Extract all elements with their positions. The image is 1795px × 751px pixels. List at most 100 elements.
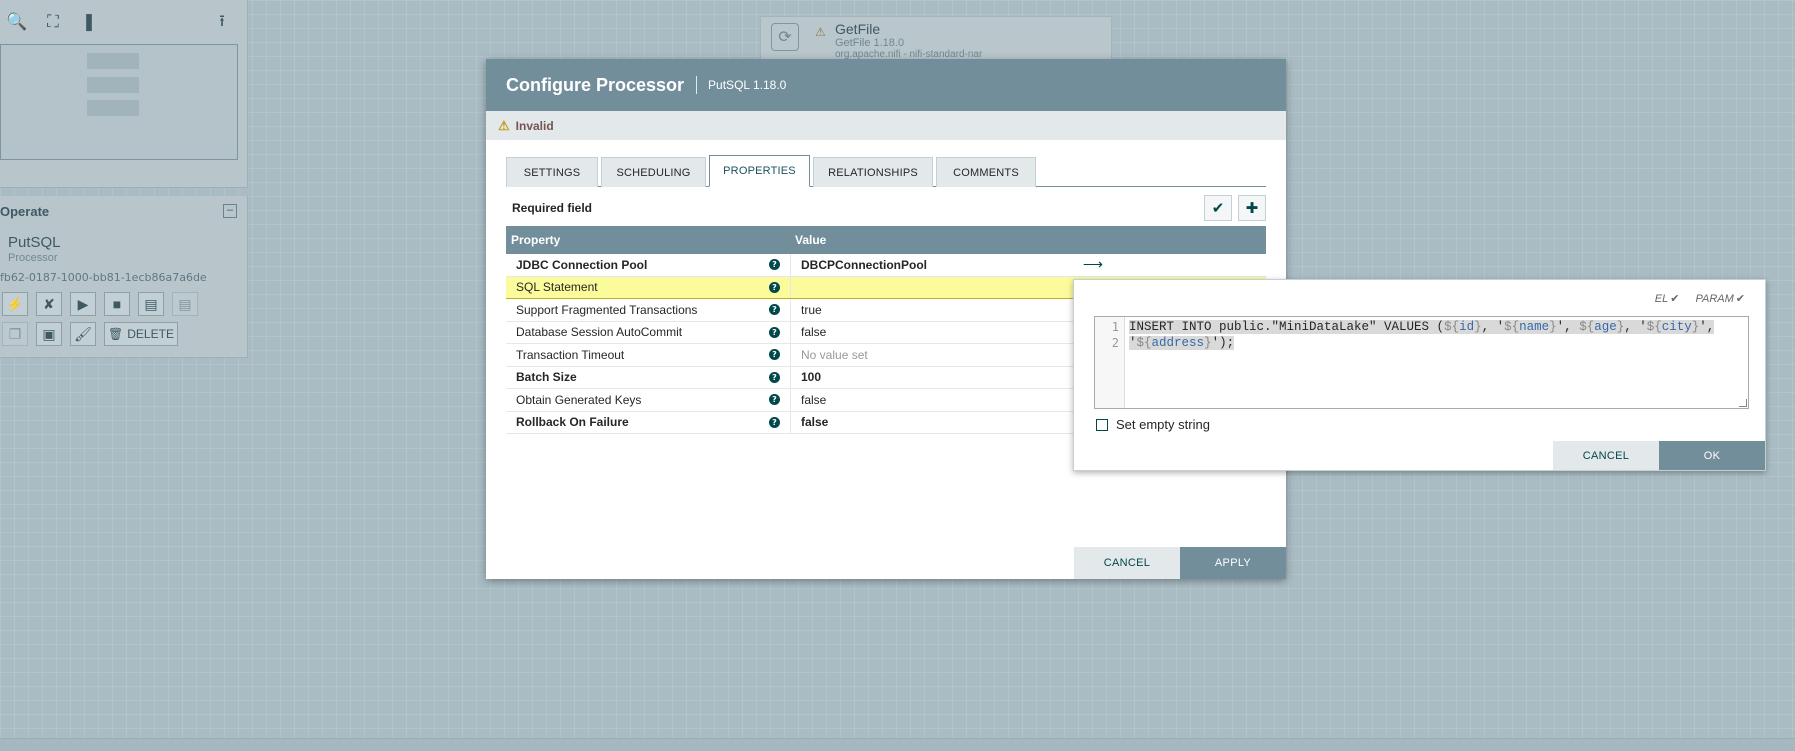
navigate-toolbar: 🔍 ⛶ ❚ bbox=[0, 0, 247, 44]
apply-button[interactable]: APPLY bbox=[1180, 547, 1286, 579]
property-name: Database Session AutoCommit bbox=[516, 325, 683, 340]
property-name: SQL Statement bbox=[516, 280, 598, 295]
delete-label: DELETE bbox=[127, 327, 174, 341]
cancel-button[interactable]: CANCEL bbox=[1074, 547, 1180, 579]
fit-icon[interactable]: ⛶ bbox=[42, 11, 64, 33]
actual-size-icon[interactable]: ❚ bbox=[78, 11, 100, 33]
birdseye-view[interactable] bbox=[0, 44, 238, 160]
property-name-cell: JDBC Connection Pool? bbox=[506, 254, 791, 276]
help-icon[interactable]: ? bbox=[769, 349, 780, 361]
collapse-icon[interactable]: – bbox=[223, 204, 237, 218]
operate-actions-row: ⚡ ✘ ▶ ■ ▤ ▤ bbox=[2, 292, 198, 316]
set-empty-string-checkbox[interactable] bbox=[1096, 418, 1108, 431]
processor-name: GetFile bbox=[835, 21, 881, 37]
tab-relationships[interactable]: RELATIONSHIPS bbox=[813, 157, 933, 187]
property-name: Transaction Timeout bbox=[516, 347, 625, 362]
operate-component-type: Processor bbox=[8, 252, 58, 264]
set-empty-string-label: Set empty string bbox=[1116, 417, 1210, 432]
delete-button[interactable]: 🗑 DELETE bbox=[104, 322, 178, 346]
check-icon: ✔ bbox=[1735, 293, 1745, 305]
zoom-icon[interactable]: 🔍 bbox=[6, 11, 28, 33]
group-icon[interactable]: ▣ bbox=[36, 322, 62, 346]
tab-scheduling[interactable]: SCHEDULING bbox=[601, 157, 706, 187]
param-support-flag: PARAM ✔ bbox=[1695, 293, 1745, 305]
table-header: Property Value bbox=[506, 226, 1266, 254]
operate-title: Operate bbox=[0, 204, 50, 219]
validation-status-bar: ⚠ Invalid bbox=[486, 111, 1286, 140]
tab-settings[interactable]: SETTINGS bbox=[506, 157, 598, 187]
add-property-button[interactable]: ✚ bbox=[1238, 195, 1266, 221]
plus-icon: ✚ bbox=[1245, 200, 1259, 217]
line-number: 1 bbox=[1111, 320, 1119, 334]
property-name-cell: Support Fragmented Transactions? bbox=[506, 299, 791, 321]
operate-component-id: fb62-0187-1000-bb81-1ecb86a7a6de bbox=[0, 271, 207, 284]
help-icon[interactable]: ? bbox=[769, 394, 780, 406]
create-template-icon[interactable]: ▤ bbox=[138, 292, 164, 316]
copy-icon: ❐ bbox=[2, 322, 28, 346]
property-name-cell: SQL Statement? bbox=[506, 276, 791, 298]
canvas-footer bbox=[0, 738, 1795, 751]
property-name-cell: Transaction Timeout? bbox=[506, 344, 791, 366]
help-icon[interactable]: ? bbox=[769, 371, 780, 383]
dialog-header: Configure Processor PutSQL 1.18.0 bbox=[486, 59, 1286, 111]
sql-code-text[interactable]: INSERT INTO public."MiniDataLake" VALUES… bbox=[1129, 319, 1715, 351]
property-name-cell: Obtain Generated Keys? bbox=[506, 389, 791, 411]
leave-group-icon[interactable]: ⭱ bbox=[211, 12, 233, 34]
sql-code-editor[interactable]: 1 2 INSERT INTO public."MiniDataLake" VA… bbox=[1094, 316, 1749, 409]
dialog-subtitle: PutSQL 1.18.0 bbox=[708, 78, 787, 92]
property-name-cell: Database Session AutoCommit? bbox=[506, 321, 791, 343]
help-icon[interactable]: ? bbox=[769, 326, 780, 338]
editor-ok-button[interactable]: OK bbox=[1659, 441, 1765, 470]
birdseye-component bbox=[87, 53, 139, 69]
help-icon[interactable]: ? bbox=[769, 281, 780, 293]
table-row[interactable]: JDBC Connection Pool? DBCPConnectionPool ⟶ bbox=[506, 254, 1266, 277]
disable-icon[interactable]: ✘ bbox=[36, 292, 62, 316]
line-number-gutter: 1 2 bbox=[1095, 317, 1125, 408]
property-name: Batch Size bbox=[516, 370, 577, 385]
resize-handle[interactable] bbox=[1739, 399, 1747, 407]
property-name: Support Fragmented Transactions bbox=[516, 302, 698, 317]
header-property: Property bbox=[511, 233, 561, 247]
dialog-tabs: SETTINGS SCHEDULING PROPERTIES RELATIONS… bbox=[506, 155, 1266, 187]
tab-comments[interactable]: COMMENTS bbox=[936, 157, 1036, 187]
property-value-editor: EL ✔ PARAM ✔ 1 2 INSERT INTO public."MiniD… bbox=[1073, 279, 1766, 471]
warning-icon[interactable]: ⚠ bbox=[498, 118, 510, 134]
navigate-panel: 🔍 ⛶ ❚ ⭱ bbox=[0, 0, 248, 188]
property-name: Obtain Generated Keys bbox=[516, 392, 642, 407]
color-icon[interactable]: 🖌 bbox=[70, 322, 96, 346]
el-support-flag: EL ✔ bbox=[1654, 293, 1680, 305]
warning-icon: ⚠ bbox=[815, 25, 826, 39]
tab-properties[interactable]: PROPERTIES bbox=[709, 155, 810, 187]
set-empty-string-option[interactable]: Set empty string bbox=[1096, 417, 1210, 432]
go-to-service-icon[interactable]: ⟶ bbox=[1083, 256, 1103, 273]
operate-panel: Operate – PutSQL Processor fb62-0187-100… bbox=[0, 196, 248, 358]
help-icon[interactable]: ? bbox=[769, 259, 780, 271]
trash-icon: 🗑 bbox=[108, 327, 124, 341]
editor-support-flags: EL ✔ PARAM ✔ bbox=[1655, 292, 1745, 305]
property-value[interactable]: DBCPConnectionPool bbox=[791, 258, 1266, 272]
processor-icon: ⟳ bbox=[771, 23, 799, 51]
property-name-cell: Batch Size? bbox=[506, 366, 791, 388]
property-name-cell: Rollback On Failure? bbox=[506, 411, 791, 433]
help-icon[interactable]: ? bbox=[769, 304, 780, 316]
enable-icon[interactable]: ⚡ bbox=[2, 292, 28, 316]
verify-properties-button[interactable]: ✔ bbox=[1204, 195, 1232, 221]
header-value: Value bbox=[795, 233, 827, 247]
editor-cancel-button[interactable]: CANCEL bbox=[1553, 441, 1659, 470]
required-field-legend: Required field bbox=[512, 201, 593, 215]
check-icon: ✔ bbox=[1670, 293, 1680, 305]
stop-icon[interactable]: ■ bbox=[104, 292, 130, 316]
title-divider bbox=[696, 76, 698, 94]
help-icon[interactable]: ? bbox=[769, 416, 780, 428]
canvas-processor-getfile[interactable]: ⟳ ⚠ GetFile GetFile 1.18.0 org.apache.ni… bbox=[760, 16, 1112, 60]
line-number: 2 bbox=[1111, 336, 1119, 350]
processor-version: GetFile 1.18.0 bbox=[835, 37, 905, 49]
upload-template-icon: ▤ bbox=[172, 292, 198, 316]
property-name: Rollback On Failure bbox=[516, 415, 629, 430]
dialog-title: Configure Processor bbox=[506, 74, 685, 95]
validation-status-text: Invalid bbox=[515, 118, 554, 133]
property-name: JDBC Connection Pool bbox=[516, 257, 648, 272]
start-icon[interactable]: ▶ bbox=[70, 292, 96, 316]
operate-component-name: PutSQL bbox=[8, 234, 61, 251]
operate-actions-row: ❐ ▣ 🖌 🗑 DELETE bbox=[2, 322, 178, 346]
